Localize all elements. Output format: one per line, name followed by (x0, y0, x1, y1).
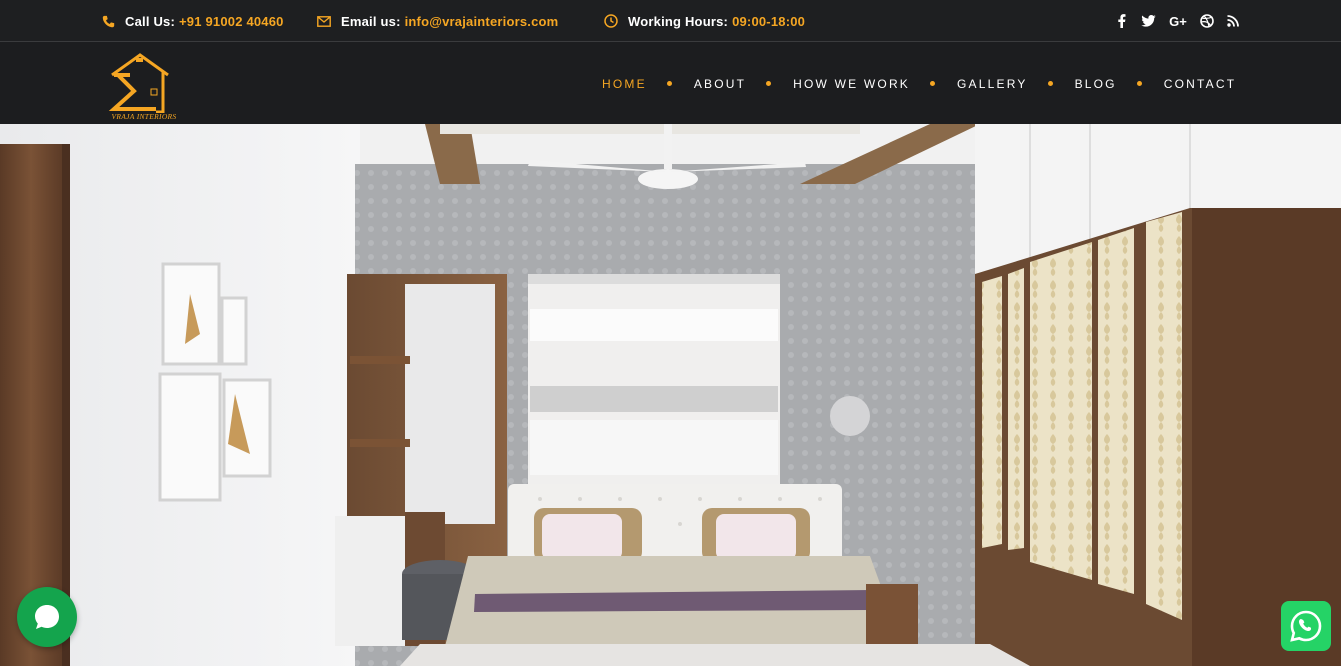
nav-separator (1136, 81, 1142, 86)
nav-gallery[interactable]: GALLERY (957, 77, 1028, 91)
main-menu: HOME ABOUT HOW WE WORK GALLERY BLOG CONT… (602, 43, 1236, 124)
nav-separator (1047, 81, 1053, 86)
hours-info: Working Hours: 09:00-18:00 (604, 0, 805, 42)
email-label: Email us: (341, 13, 401, 29)
chat-bubble-icon (35, 605, 59, 629)
envelope-icon (317, 14, 331, 28)
whatsapp-button[interactable] (1281, 601, 1331, 651)
rss-icon[interactable] (1226, 14, 1240, 28)
nav-blog[interactable]: BLOG (1075, 77, 1117, 91)
call-info[interactable]: Call Us: +91 91002 40460 (101, 0, 284, 42)
google-plus-icon[interactable]: G+ (1168, 14, 1188, 29)
logo-text: VRAJA INTERIORS (111, 112, 177, 121)
main-navbar: VRAJA INTERIORS HOME ABOUT HOW WE WORK G… (0, 43, 1341, 124)
chat-widget-button[interactable] (17, 587, 77, 647)
top-bar: Call Us: +91 91002 40460 Email us: info@… (0, 0, 1341, 42)
social-links: G+ (1114, 0, 1240, 42)
nav-home[interactable]: HOME (602, 77, 647, 91)
email-value[interactable]: info@vrajainteriors.com (405, 14, 559, 29)
clock-icon (604, 14, 618, 28)
facebook-icon[interactable] (1114, 14, 1128, 28)
site-logo[interactable]: VRAJA INTERIORS (100, 49, 186, 123)
nav-separator (766, 81, 772, 86)
hours-value: 09:00-18:00 (732, 13, 806, 29)
email-info[interactable]: Email us: info@vrajainteriors.com (317, 0, 558, 42)
nav-contact[interactable]: CONTACT (1164, 77, 1237, 91)
hours-label: Working Hours: (628, 13, 729, 29)
whatsapp-icon (1290, 610, 1322, 642)
hero-bedroom-image (0, 124, 1341, 666)
call-value[interactable]: +91 91002 40460 (179, 14, 284, 29)
twitter-icon[interactable] (1140, 14, 1156, 28)
nav-separator (930, 81, 936, 86)
nav-how-we-work[interactable]: HOW WE WORK (793, 77, 910, 91)
dribbble-icon[interactable] (1200, 14, 1214, 28)
nav-about[interactable]: ABOUT (694, 77, 746, 91)
nav-separator (666, 81, 672, 86)
phone-icon (101, 14, 115, 28)
call-label: Call Us: (125, 13, 176, 29)
